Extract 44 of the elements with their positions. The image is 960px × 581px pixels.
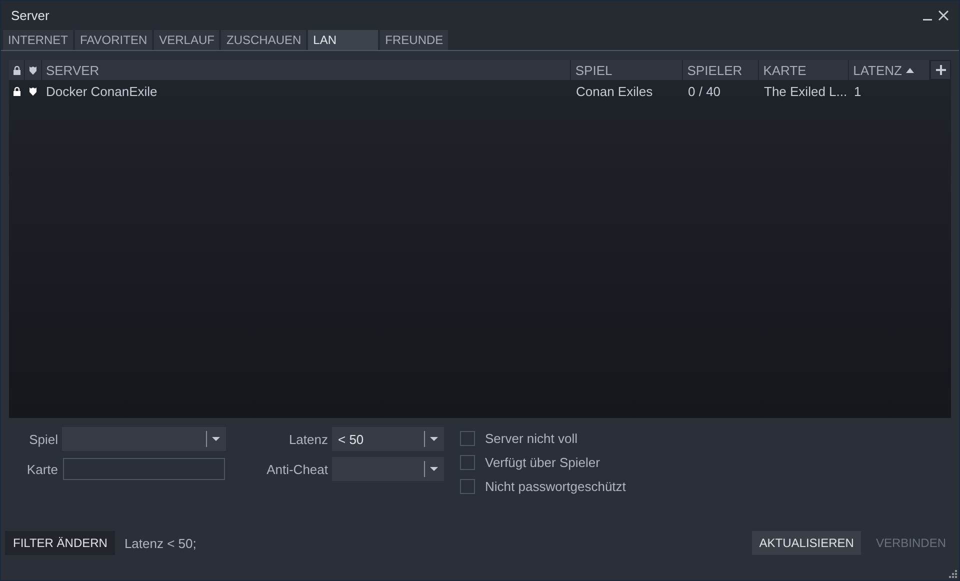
caret-icon <box>212 437 220 441</box>
tab[interactable]: VERLAUF <box>154 30 220 50</box>
checkbox-label: Nicht passwortgeschützt <box>485 478 626 494</box>
map-input-field[interactable] <box>63 458 225 480</box>
caret-icon <box>430 437 438 441</box>
filter-label: Anti-Cheat <box>266 462 329 476</box>
resize-grip-icon[interactable] <box>948 569 957 578</box>
plus-icon <box>936 65 946 75</box>
sort-up-icon <box>906 68 914 72</box>
filter-label: Spiel <box>28 432 59 446</box>
lock-icon <box>13 66 21 74</box>
anti-cheat-dropdown[interactable] <box>332 457 444 481</box>
checkbox[interactable] <box>460 430 475 446</box>
checkbox[interactable] <box>460 454 475 470</box>
table-cell: Docker ConanExile <box>46 84 158 98</box>
table-cell: 0 / 40 <box>688 84 721 98</box>
column-header[interactable]: SERVER <box>46 62 100 78</box>
action-button[interactable]: AKTUALISIEREN <box>752 531 861 555</box>
column-header[interactable]: LATENZ <box>853 62 914 78</box>
checkbox-label: Server nicht voll <box>485 430 578 446</box>
tab[interactable]: FREUNDE <box>380 30 448 50</box>
table-cell: Conan Exiles <box>576 84 653 98</box>
tab[interactable]: ZUSCHAUEN <box>221 30 306 50</box>
table-cell: The Exiled L... <box>764 84 848 98</box>
column-header[interactable]: SPIELER <box>687 62 742 78</box>
add-column-button[interactable] <box>930 60 951 80</box>
close-icon[interactable] <box>938 10 949 21</box>
column-header[interactable]: SPIEL <box>575 62 612 78</box>
column-header[interactable]: KARTE <box>763 62 806 78</box>
change-filter-button[interactable]: FILTER ÄNDERN <box>5 531 116 555</box>
caret-icon <box>430 467 438 471</box>
window-title: Server <box>11 8 50 23</box>
checkbox-label: Verfügt über Spieler <box>485 454 600 470</box>
game-dropdown[interactable] <box>62 427 226 451</box>
tab[interactable]: INTERNET <box>3 30 73 50</box>
shield-icon <box>28 66 37 74</box>
tab[interactable]: LAN <box>308 30 378 50</box>
table-cell: 1 <box>854 84 862 98</box>
filter-label: Latenz <box>288 432 329 446</box>
checkbox[interactable] <box>460 478 475 494</box>
latency-dropdown[interactable]: < 50 <box>332 427 444 451</box>
filter-label: Karte <box>26 462 59 476</box>
tab[interactable]: FAVORITEN <box>75 30 152 50</box>
filter-summary: Latenz < 50; <box>124 536 196 550</box>
